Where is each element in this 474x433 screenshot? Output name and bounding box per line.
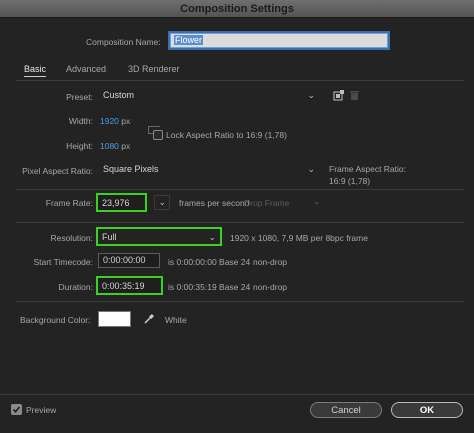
duration-label: Duration: [58,282,94,292]
section-divider [16,189,464,190]
composition-name-label: Composition Name: [86,37,161,47]
height-unit: px [121,141,131,151]
preset-label: Preset: [66,92,93,102]
eyedropper-icon[interactable] [143,313,155,325]
pixel-aspect-dropdown[interactable]: Square Pixels ⌄ [98,162,320,177]
section-divider [16,222,464,223]
resolution-value: Full [102,232,117,242]
frame-rate-label: Frame Rate: [45,198,93,208]
preset-dropdown[interactable]: Custom ⌄ [98,88,320,103]
composition-name-input[interactable]: Flower [170,33,388,48]
tab-advanced[interactable]: Advanced [66,64,106,74]
resolution-label: Resolution: [50,233,93,243]
window-title: Composition Settings [180,3,294,15]
preset-value: Custom [103,90,135,100]
width-value: 1920 [100,116,119,126]
start-timecode-label: Start Timecode: [33,257,93,267]
frame-rate-dropdown[interactable]: ⌄ [154,195,170,210]
duration-input[interactable]: 0:00:35:19 [96,276,163,295]
ok-button[interactable]: OK [391,402,463,418]
duration-mode: non-drop [253,282,288,292]
start-timecode-input[interactable]: 0:00:00:00 [98,253,160,268]
chevron-down-icon: ⌄ [208,232,216,242]
chevron-down-icon: ⌄ [307,90,315,100]
drop-frame-dropdown[interactable]: Drop Frame [244,198,289,208]
duration-info: is 0:00:35:19 Base 24 [168,282,251,292]
title-bar: Composition Settings [0,0,474,18]
preview-label: Preview [26,405,57,415]
chevron-down-icon: ⌄ [158,197,166,207]
pixel-aspect-label: Pixel Aspect Ratio: [22,166,93,176]
preview-checkbox[interactable] [11,404,22,415]
frame-aspect-value: 16:9 (1,78) [329,176,371,186]
checkmark-icon [12,406,21,414]
height-label: Height: [66,141,93,151]
cancel-button[interactable]: Cancel [310,402,382,418]
tab-3d-renderer[interactable]: 3D Renderer [128,64,180,74]
footer-divider [0,394,474,395]
frame-rate-input[interactable]: 23,976 [96,193,147,212]
frame-aspect-label: Frame Aspect Ratio: [329,164,407,174]
chevron-down-icon: ⌄ [313,196,321,206]
start-timecode-mode: non-drop [253,257,288,267]
width-field[interactable]: 1920 px [100,116,130,126]
lock-aspect-checkbox[interactable] [153,130,163,140]
tab-basic[interactable]: Basic [24,64,47,77]
width-label: Width: [68,116,93,126]
height-value: 1080 [100,141,119,151]
tab-divider [16,80,464,81]
background-color-swatch[interactable] [98,311,131,327]
height-field[interactable]: 1080 px [100,141,130,151]
resolution-info: 1920 x 1080, 7,9 MB per 8bpc frame [230,233,368,243]
composition-name-value: Flower [174,35,204,45]
chevron-down-icon: ⌄ [307,164,315,174]
trash-icon[interactable] [349,90,360,101]
frame-rate-unit: frames per second [179,198,250,208]
background-color-name: White [165,315,187,325]
lock-aspect-label: Lock Aspect Ratio to 16:9 (1,78) [166,130,287,140]
width-unit: px [121,116,131,126]
resolution-dropdown[interactable]: Full ⌄ [96,227,222,246]
start-timecode-info: is 0:00:00:00 Base 24 [168,257,251,267]
save-preset-icon[interactable] [333,90,344,101]
background-color-label: Background Color: [20,315,91,325]
pixel-aspect-value: Square Pixels [103,164,159,174]
section-divider [16,301,464,302]
